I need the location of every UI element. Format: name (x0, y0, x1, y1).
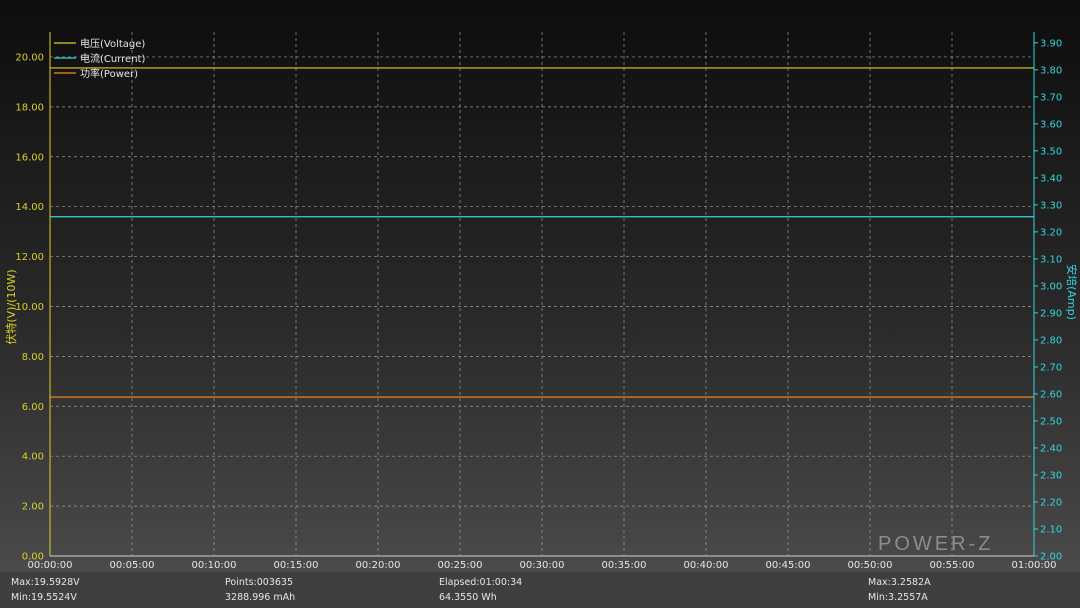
right-tick-label: 2.50 (1040, 416, 1062, 427)
elapsed-time: Elapsed:01:00:34 (439, 577, 523, 588)
x-tick-label: 00:55:00 (930, 560, 975, 571)
right-tick-label: 2.10 (1040, 524, 1062, 535)
legend-label: 功率(Power) (80, 67, 138, 80)
legend-label: 电压(Voltage) (80, 37, 145, 50)
left-tick-label: 2.00 (22, 502, 44, 513)
right-tick-label: 3.00 (1040, 281, 1062, 292)
max-current: Max:3.2582A (868, 577, 931, 588)
left-tick-label: 14.00 (15, 202, 44, 213)
right-tick-label: 2.80 (1040, 335, 1062, 346)
x-tick-label: 00:20:00 (356, 560, 401, 571)
x-tick-label: 01:00:00 (1012, 560, 1057, 571)
right-tick-label: 3.60 (1040, 119, 1062, 130)
right-tick-label: 2.60 (1040, 389, 1062, 400)
left-tick-label: 20.00 (15, 52, 44, 63)
x-tick-label: 00:30:00 (520, 560, 565, 571)
right-tick-label: 3.70 (1040, 92, 1062, 103)
min-current: Min:3.2557A (868, 592, 928, 603)
watermark-logo: POWER-Z (878, 533, 993, 555)
right-axis-label: 安培(Amp) (1065, 264, 1079, 320)
left-axis-label: 伏特(V)/(10W) (4, 269, 18, 344)
x-tick-label: 00:00:00 (28, 560, 73, 571)
chart-window: 0.00 2.00 4.00 6.00 8.00 10.00 12.00 14.00 16.00… (0, 0, 1080, 608)
power-chart: 0.002.004.006.008.0010.0012.0014.0016.00… (4, 32, 1079, 571)
max-voltage: Max:19.5928V (11, 577, 80, 588)
x-tick-label: 00:50:00 (848, 560, 893, 571)
right-tick-label: 3.50 (1040, 146, 1062, 157)
min-voltage: Min:19.5524V (11, 592, 77, 603)
right-tick-label: 2.30 (1040, 470, 1062, 481)
left-tick-label: 12.00 (15, 252, 44, 263)
left-tick-label: 6.00 (22, 402, 44, 413)
x-tick-label: 00:35:00 (602, 560, 647, 571)
grid (50, 32, 1034, 556)
stats-footer: Max:19.5928V Min:19.5524V Points:003635 … (0, 572, 1080, 608)
left-tick-label: 10.00 (15, 302, 44, 313)
right-tick-label: 3.10 (1040, 254, 1062, 265)
right-tick-label: 3.20 (1040, 227, 1062, 238)
right-tick-label: 2.40 (1040, 443, 1062, 454)
right-tick-label: 3.40 (1040, 173, 1062, 184)
right-tick-label: 2.70 (1040, 362, 1062, 373)
right-tick-label: 3.90 (1040, 38, 1062, 49)
x-tick-label: 00:25:00 (438, 560, 483, 571)
capacity-mah: 3288.996 mAh (225, 592, 296, 603)
x-tick-label: 00:45:00 (766, 560, 811, 571)
x-tick-label: 00:10:00 (192, 560, 237, 571)
right-tick-label: 3.30 (1040, 200, 1062, 211)
axis-ticks: 0.002.004.006.008.0010.0012.0014.0016.00… (15, 38, 1062, 571)
right-tick-label: 2.90 (1040, 308, 1062, 319)
legend: 电压(Voltage) 电流(Current) 功率(Power) (54, 37, 145, 80)
right-tick-label: 2.20 (1040, 497, 1062, 508)
left-tick-label: 18.00 (15, 102, 44, 113)
left-tick-label: 8.00 (22, 352, 44, 363)
legend-label: 电流(Current) (80, 52, 145, 65)
left-tick-label: 16.00 (15, 152, 44, 163)
left-tick-label: 4.00 (22, 452, 44, 463)
x-tick-label: 00:15:00 (274, 560, 319, 571)
x-tick-label: 00:40:00 (684, 560, 729, 571)
energy-wh: 64.3550 Wh (439, 592, 497, 603)
right-tick-label: 3.80 (1040, 65, 1062, 76)
x-tick-label: 00:05:00 (110, 560, 155, 571)
points-count: Points:003635 (225, 577, 294, 588)
